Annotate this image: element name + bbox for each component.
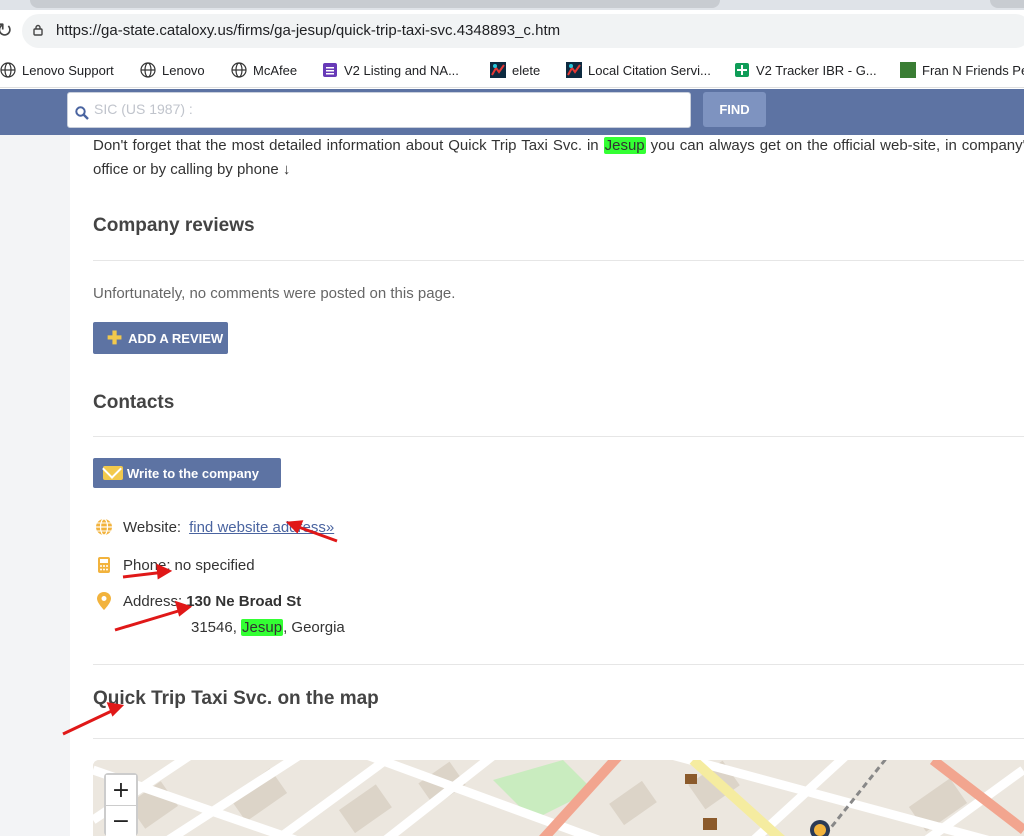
browser-address-bar: ↻ https://ga-state.cataloxy.us/firms/ga-… (0, 10, 1024, 52)
write-to-company-button[interactable]: Write to the company (93, 458, 281, 488)
site-icon (566, 62, 582, 78)
website-row: Website: find website address» (95, 518, 334, 536)
reviews-heading: Company reviews (93, 215, 255, 236)
bookmark-mcafee[interactable]: McAfee (231, 61, 297, 79)
find-button[interactable]: FIND (703, 92, 766, 127)
map-tiles (93, 760, 1024, 836)
bookmark-label: V2 Listing and NA... (344, 62, 459, 78)
url-text[interactable]: https://ga-state.cataloxy.us/firms/ga-je… (56, 22, 560, 39)
bookmark-v2-listing[interactable]: V2 Listing and NA... (322, 61, 459, 79)
globe-icon (0, 62, 16, 78)
green-square-icon (900, 62, 916, 78)
forms-icon (322, 62, 338, 78)
search-box[interactable] (67, 92, 691, 128)
zoom-out-button[interactable]: − (106, 806, 136, 836)
globe-icon (140, 62, 156, 78)
find-website-link[interactable]: find website address» (189, 519, 334, 536)
bookmark-elete[interactable]: elete (490, 61, 540, 79)
map-view[interactable] (93, 760, 1024, 836)
map-heading: Quick Trip Taxi Svc. on the map (93, 688, 379, 709)
bookmark-lenovo[interactable]: Lenovo (140, 61, 205, 79)
bookmark-label: V2 Tracker IBR - G... (756, 62, 877, 78)
address-label: Address: (123, 592, 183, 610)
divider (93, 738, 1024, 739)
address-row: Address: 130 Ne Broad St (95, 592, 301, 610)
browser-tab[interactable] (30, 0, 720, 8)
divider (93, 436, 1024, 437)
location-pin-icon (95, 592, 113, 610)
bookmark-label: elete (512, 62, 541, 78)
search-input[interactable] (94, 95, 684, 123)
add-review-label: ADD A REVIEW (128, 330, 224, 346)
site-info-icon[interactable] (32, 24, 44, 36)
bookmark-v2-tracker[interactable]: V2 Tracker IBR - G... (734, 61, 877, 79)
phone-icon (95, 556, 113, 574)
address-state: , Georgia (283, 619, 345, 636)
add-review-button[interactable]: ✚ ADD A REVIEW (93, 322, 228, 354)
city-highlight: Jesup (603, 137, 646, 154)
address-city-highlight: Jesup (241, 619, 284, 636)
phone-label: Phone: (123, 556, 171, 574)
site-header-bar: FIND (0, 89, 1024, 135)
zoom-in-button[interactable]: + (106, 775, 136, 805)
search-icon (75, 106, 89, 120)
envelope-icon (103, 466, 123, 480)
phone-row: Phone: no specified (95, 556, 255, 574)
globe-icon (231, 62, 247, 78)
sheets-icon (734, 62, 750, 78)
plus-icon: ✚ (107, 328, 123, 348)
browser-tab[interactable] (990, 0, 1024, 8)
intro-paragraph: Don't forget that the most detailed info… (93, 134, 1024, 182)
divider (93, 664, 1024, 665)
bookmarks-bar: Lenovo Support Lenovo McAfee V2 Listing … (0, 52, 1024, 88)
address-zip: 31546, (191, 619, 242, 636)
left-gutter (0, 135, 70, 836)
no-reviews-text: Unfortunately, no comments were posted o… (93, 285, 456, 302)
divider (93, 260, 1024, 261)
bookmark-label: Lenovo Support (22, 62, 114, 78)
website-label: Website: (123, 518, 182, 536)
map-zoom-control: + − (104, 773, 138, 836)
bookmark-label: Fran N Friends Pe (922, 62, 1024, 78)
url-field[interactable]: https://ga-state.cataloxy.us/firms/ga-je… (22, 14, 1024, 48)
browser-tab-strip (0, 0, 1024, 10)
reload-icon[interactable]: ↻ (0, 18, 13, 42)
write-button-label: Write to the company (127, 465, 259, 481)
bookmark-fran-n-friends[interactable]: Fran N Friends Pe (900, 61, 1024, 79)
address-city-line: 31546, Jesup, Georgia (191, 619, 345, 636)
bookmark-local-citation[interactable]: Local Citation Servi... (566, 61, 711, 79)
bookmark-label: McAfee (253, 62, 298, 78)
bookmark-lenovo-support[interactable]: Lenovo Support (0, 61, 114, 79)
address-street: 130 Ne Broad St (186, 592, 302, 610)
site-icon (490, 62, 506, 78)
contacts-heading: Contacts (93, 392, 175, 413)
bookmark-label: Local Citation Servi... (588, 62, 711, 78)
phone-value: no specified (174, 556, 255, 574)
globe-icon (95, 518, 113, 536)
intro-text-before: Don't forget that the most detailed info… (93, 137, 604, 154)
bookmark-label: Lenovo (162, 62, 205, 78)
